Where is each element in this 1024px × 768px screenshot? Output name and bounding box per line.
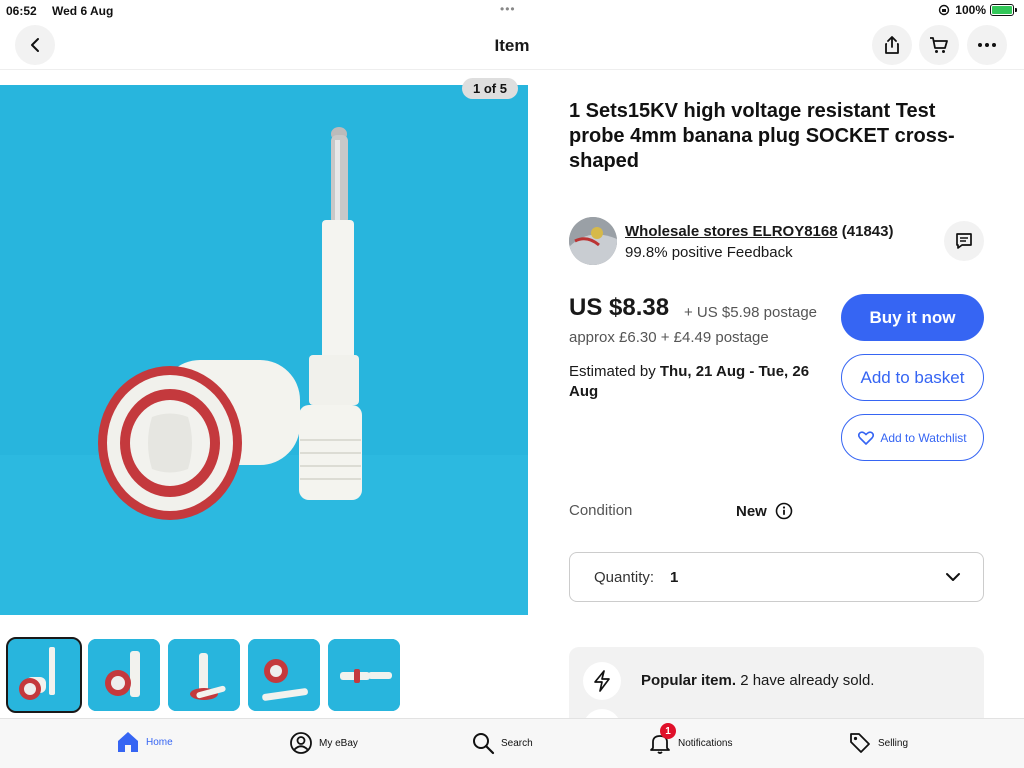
notifications-badge: 1 [660, 723, 676, 739]
share-button[interactable] [872, 25, 912, 65]
tab-search-label: Search [501, 737, 533, 749]
status-right: 100% [937, 3, 1017, 17]
seller-name-link[interactable]: Wholesale stores ELROY8168 [625, 223, 838, 240]
share-icon [885, 36, 899, 54]
account-icon [290, 732, 312, 754]
message-icon [956, 233, 972, 249]
postage-price: + US $5.98 postage [684, 304, 818, 321]
image-counter-badge: 1 of 5 [462, 78, 518, 99]
thumbnail-strip [6, 637, 400, 713]
approx-price: approx £6.30 + £4.49 postage [569, 329, 769, 346]
estimated-prefix: Estimated by [569, 363, 656, 380]
thumbnail-3[interactable] [168, 639, 240, 711]
more-options-button[interactable] [967, 25, 1007, 65]
quantity-value: 1 [670, 569, 679, 586]
item-price: US $8.38 [569, 294, 670, 321]
seller-rating-count: (41843) [841, 223, 894, 240]
condition-value: New [736, 502, 793, 520]
home-icon [118, 732, 138, 752]
tab-my-ebay-label: My eBay [319, 737, 358, 749]
bottom-tab-bar: Home My eBay Search 1 Notifications Sell… [0, 718, 1024, 768]
cart-icon [930, 37, 948, 53]
tag-icon [850, 733, 870, 753]
buy-it-now-button[interactable]: Buy it now [841, 294, 984, 341]
info-icon[interactable] [775, 502, 793, 520]
tab-selling-label: Selling [878, 737, 909, 749]
tab-notifications[interactable]: 1 Notifications [648, 723, 733, 755]
chevron-down-icon [946, 573, 960, 581]
product-photo [0, 85, 528, 615]
top-nav: Item [0, 20, 1024, 70]
quantity-label: Quantity: [594, 569, 655, 586]
more-icon [978, 43, 996, 47]
orientation-lock-icon [939, 4, 950, 16]
thumbnail-1[interactable] [6, 637, 82, 713]
tab-notifications-label: Notifications [678, 737, 733, 749]
seller-avatar[interactable] [569, 217, 617, 265]
thumbnail-4[interactable] [248, 639, 320, 711]
popular-item-banner: Popular item. 2 have already sold. [569, 647, 984, 727]
product-main-image[interactable] [0, 85, 528, 615]
quantity-select[interactable]: Quantity: 1 [569, 552, 984, 602]
popular-text: Popular item. 2 have already sold. [641, 672, 874, 689]
page-title: Item [494, 36, 530, 55]
search-icon [473, 733, 495, 755]
contact-seller-button[interactable] [944, 221, 984, 261]
add-to-basket-button[interactable]: Add to basket [841, 354, 984, 401]
status-date: Wed 6 Aug [52, 4, 114, 18]
watchlist-label: Add to Watchlist [880, 430, 967, 445]
popular-detail: 2 have already sold. [740, 672, 875, 689]
thumbnail-2[interactable] [88, 639, 160, 711]
tab-home-label: Home [146, 736, 173, 748]
popular-bold: Popular item. [641, 672, 737, 689]
seller-feedback: 99.8% positive Feedback [625, 244, 793, 261]
battery-percent: 100% [955, 3, 986, 17]
item-title: 1 Sets15KV high voltage resistant Test p… [569, 100, 955, 172]
estimated-delivery: Estimated by Thu, 21 Aug - Tue, 26 Aug [569, 362, 824, 402]
tab-search[interactable]: Search [471, 731, 533, 755]
cart-button[interactable] [919, 25, 959, 65]
tab-home[interactable]: Home [116, 731, 173, 753]
tab-selling[interactable]: Selling [848, 731, 908, 755]
battery-icon [990, 4, 1017, 16]
condition-text: New [736, 502, 767, 520]
add-to-watchlist-button[interactable]: Add to Watchlist [841, 414, 984, 461]
condition-label: Condition [569, 502, 633, 519]
heart-icon [858, 430, 875, 445]
thumbnail-5[interactable] [328, 639, 400, 711]
lightning-icon [583, 662, 621, 700]
status-bar: 06:52 Wed 6 Aug ••• 100% [0, 0, 1024, 20]
tab-my-ebay[interactable]: My eBay [289, 731, 358, 755]
multitasking-dots-icon[interactable]: ••• [500, 2, 516, 16]
seller-name[interactable]: Wholesale stores ELROY8168 (41843) [625, 223, 893, 240]
status-time: 06:52 [6, 4, 37, 18]
